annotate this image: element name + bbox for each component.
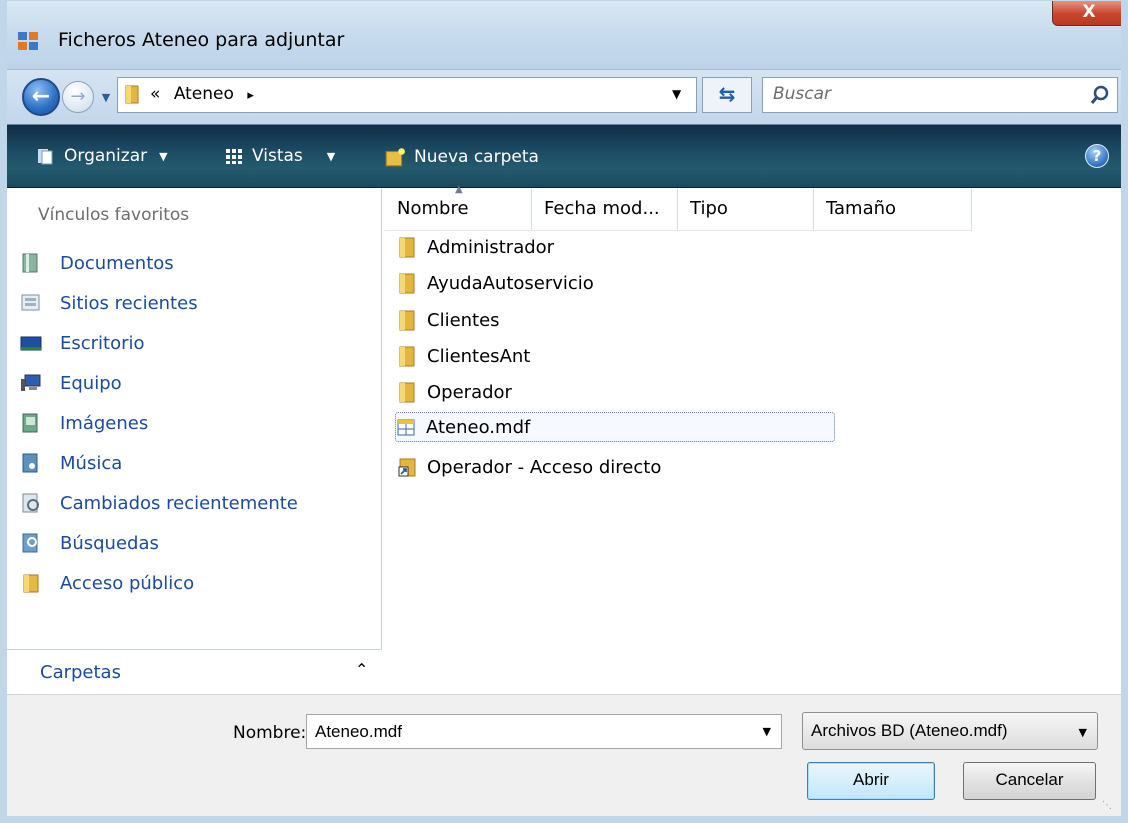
column-header-date[interactable]: Fecha mod... [532, 189, 678, 231]
back-button[interactable]: ← [22, 78, 60, 116]
music-icon [22, 453, 38, 473]
app-icon [18, 32, 38, 50]
folder-icon [399, 273, 415, 294]
forward-button[interactable]: → [62, 81, 94, 113]
sidebar-item-label: Música [60, 452, 123, 474]
file-row-selected[interactable]: Ateneo.mdf [395, 412, 835, 442]
folder-icon [399, 310, 415, 331]
column-header-type[interactable]: Tipo [678, 189, 814, 231]
file-name-label: Nombre: [233, 723, 307, 743]
address-path[interactable]: « Ateneo ▸ [150, 84, 254, 104]
folder-icon [399, 382, 415, 403]
new-folder-button[interactable]: Nueva carpeta [384, 146, 539, 168]
file-type-select[interactable]: Archivos BD (Ateneo.mdf) ▼ [802, 712, 1098, 750]
recently-changed-icon [22, 493, 39, 513]
path-segment[interactable]: Ateneo [174, 84, 234, 104]
help-icon[interactable]: ? [1085, 144, 1109, 168]
command-bar [0, 124, 1128, 188]
sidebar-item-musica[interactable]: Música [20, 448, 122, 478]
folder-icon [399, 237, 415, 258]
file-name-combobox[interactable]: ▼ [306, 714, 782, 749]
file-name: Operador [427, 381, 512, 403]
views-label: Vistas [252, 146, 303, 166]
sidebar-item-imagenes[interactable]: Imágenes [20, 408, 148, 438]
file-name-input[interactable] [315, 722, 735, 742]
column-header-name[interactable]: Nombre [385, 189, 532, 231]
refresh-button[interactable]: ⇆ [702, 77, 752, 113]
search-box[interactable] [762, 77, 1118, 113]
resize-grip-icon[interactable]: ⋱ [1102, 800, 1116, 814]
sidebar-item-escritorio[interactable]: Escritorio [20, 328, 145, 358]
sidebar-item-label: Acceso público [60, 572, 195, 594]
sidebar-item-label: Documentos [60, 252, 174, 274]
file-type-value: Archivos BD (Ateneo.mdf) [811, 721, 1008, 740]
chevron-down-icon: ▼ [326, 149, 336, 163]
public-folder-icon [23, 574, 39, 593]
favorite-links-heading: Vínculos favoritos [38, 205, 190, 225]
new-folder-icon [385, 148, 405, 167]
window-title: Ficheros Ateneo para adjuntar [58, 29, 345, 51]
file-row[interactable]: Operador [397, 377, 512, 407]
documents-icon [22, 253, 38, 273]
views-icon [226, 149, 242, 164]
file-name: Operador - Acceso directo [427, 456, 662, 478]
cancel-button[interactable]: Cancelar [963, 762, 1096, 800]
chevron-down-icon[interactable]: ▼ [1079, 726, 1087, 739]
sidebar-item-equipo[interactable]: Equipo [20, 368, 122, 398]
file-name: ClientesAnt [427, 345, 531, 367]
file-row[interactable]: Operador - Acceso directo [397, 452, 661, 482]
sidebar-item-label: Cambiados recientemente [60, 492, 298, 514]
file-row[interactable]: ClientesAnt [397, 341, 530, 371]
organize-label: Organizar [64, 146, 148, 166]
folder-icon [399, 346, 415, 367]
search-icon[interactable] [1089, 84, 1111, 106]
recent-places-icon [21, 294, 40, 311]
new-folder-label: Nueva carpeta [414, 147, 539, 167]
path-overflow-icon[interactable]: « [150, 84, 160, 104]
file-row[interactable]: Clientes [397, 305, 500, 335]
file-row[interactable]: Administrador [397, 232, 554, 262]
file-name: Ateneo.mdf [426, 416, 531, 438]
address-dropdown-icon[interactable]: ▼ [672, 87, 681, 101]
chevron-up-icon[interactable]: ⌃ [355, 660, 368, 679]
sidebar-item-sitios-recientes[interactable]: Sitios recientes [20, 288, 198, 318]
sidebar-item-cambiados-recientemente[interactable]: Cambiados recientemente [20, 488, 298, 518]
folder-icon [125, 85, 139, 104]
chevron-down-icon: ▼ [159, 149, 168, 163]
sidebar-item-label: Búsquedas [60, 532, 159, 554]
pictures-icon [22, 413, 38, 433]
file-row[interactable]: AyudaAutoservicio [397, 268, 594, 298]
computer-icon [21, 374, 41, 391]
sidebar-item-label: Imágenes [60, 412, 149, 434]
path-separator-icon[interactable]: ▸ [247, 88, 254, 103]
views-button[interactable]: Vistas ▼ [224, 146, 335, 166]
sidebar-item-label: Equipo [60, 372, 122, 394]
recent-pages-dropdown-icon[interactable]: ▼ [98, 90, 114, 106]
organize-icon [38, 149, 53, 165]
sidebar-item-label: Escritorio [60, 332, 145, 354]
chevron-down-icon[interactable]: ▼ [763, 725, 771, 738]
sidebar-item-label: Sitios recientes [60, 292, 198, 314]
searches-icon [22, 533, 38, 553]
organize-button[interactable]: Organizar ▼ [36, 146, 168, 166]
database-file-icon [397, 419, 415, 436]
file-name: Administrador [427, 236, 555, 258]
desktop-icon [20, 336, 42, 351]
close-button[interactable]: X [1052, 0, 1126, 26]
open-button[interactable]: Abrir [807, 762, 935, 800]
column-header-size[interactable]: Tamaño [814, 189, 972, 231]
sidebar-item-busquedas[interactable]: Búsquedas [20, 528, 159, 558]
file-name: Clientes [427, 309, 500, 331]
file-name: AyudaAutoservicio [427, 272, 594, 294]
sidebar-item-documentos[interactable]: Documentos [20, 248, 174, 278]
folders-label[interactable]: Carpetas [40, 662, 121, 683]
sidebar-item-acceso-publico[interactable]: Acceso público [20, 568, 194, 598]
sort-ascending-icon: ▲ [455, 184, 463, 195]
search-input[interactable] [773, 84, 1073, 104]
shortcut-icon [398, 458, 416, 477]
